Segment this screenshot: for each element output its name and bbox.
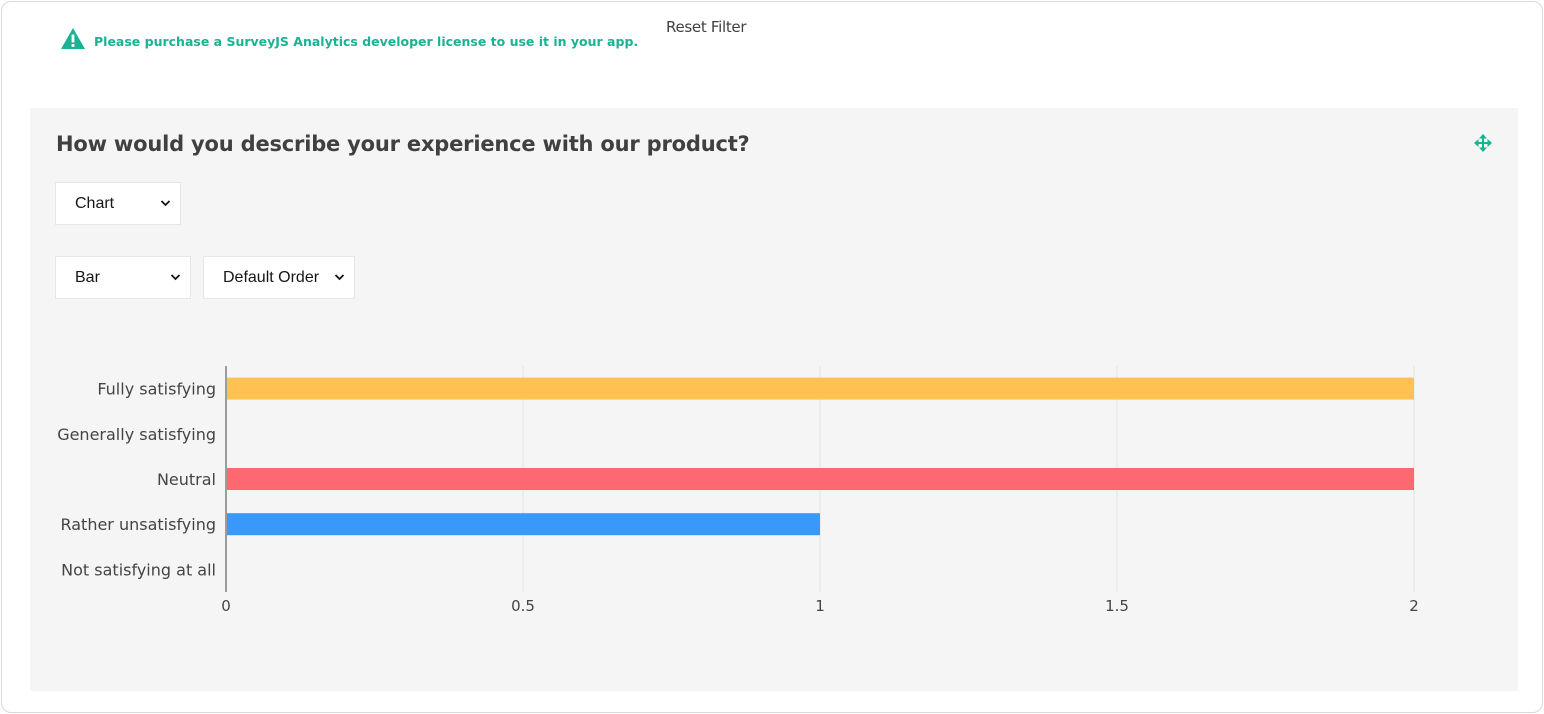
app-frame: Please purchase a SurveyJS Analytics dev… <box>1 1 1543 713</box>
category-label: Neutral <box>157 470 216 489</box>
x-tick-label: 0 <box>221 597 231 615</box>
x-tick-label: 2 <box>1409 597 1419 615</box>
category-label: Not satisfying at all <box>61 560 216 579</box>
bar-chart: 0 0.5 1 1.5 2 Fully satisfying Generally satis… <box>57 366 1419 615</box>
bar[interactable] <box>227 468 1414 490</box>
category-label: Rather unsatisfying <box>60 515 216 534</box>
bar[interactable] <box>227 513 820 536</box>
category-label: Fully satisfying <box>97 380 216 399</box>
x-tick-label: 1.5 <box>1105 597 1129 615</box>
bar[interactable] <box>227 377 1414 400</box>
x-tick-label: 0.5 <box>511 597 535 615</box>
x-tick-label: 1 <box>815 597 825 615</box>
category-label: Generally satisfying <box>57 425 216 444</box>
